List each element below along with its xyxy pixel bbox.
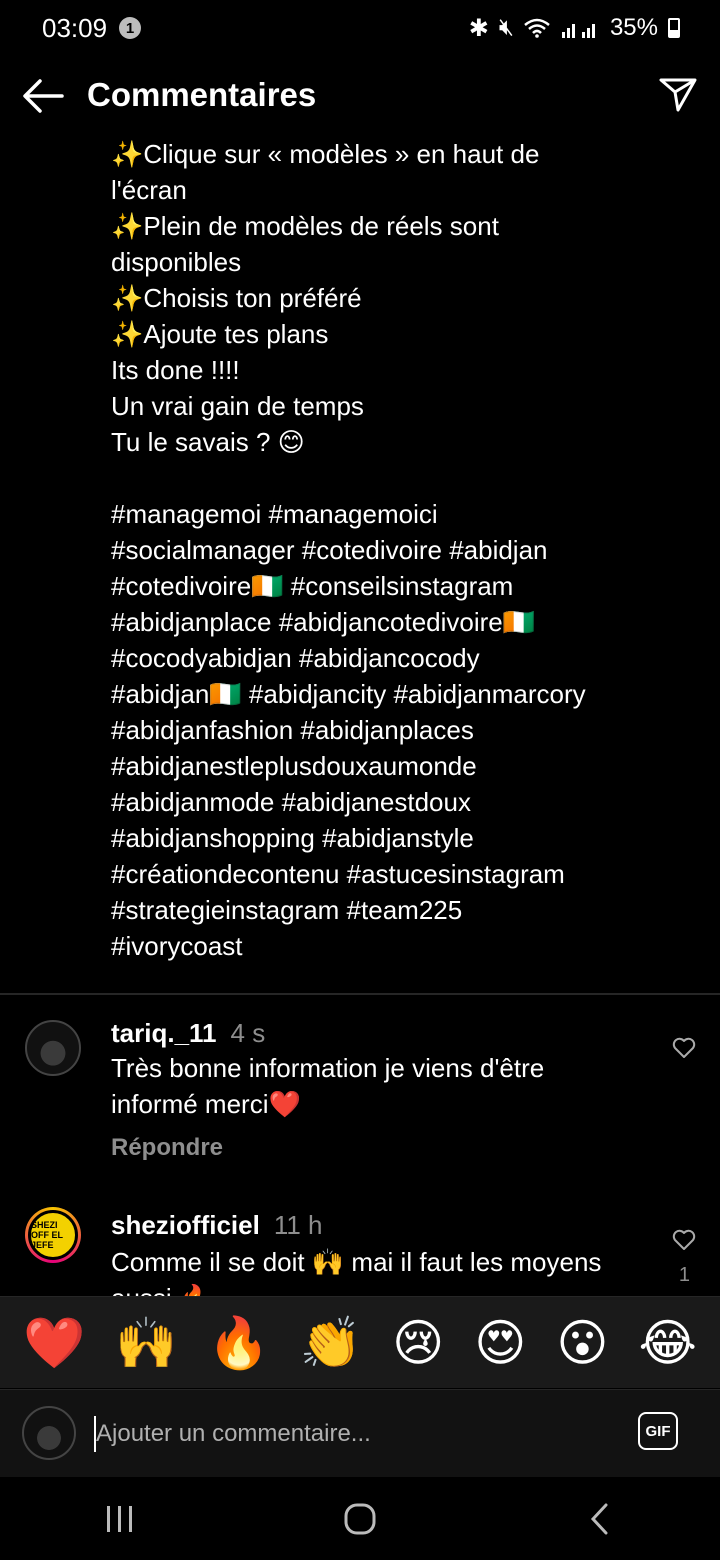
caption-line: Its done !!!!	[111, 355, 240, 385]
heart-icon[interactable]	[672, 1036, 696, 1060]
caption-line: #abidjanplace #abidjancotedivoire🇨🇮	[111, 607, 536, 637]
caption-line: disponibles	[111, 247, 242, 277]
quick-emoji-bar: ❤️ 🙌 🔥 👏 😢 😍 😮 😂	[0, 1296, 720, 1388]
status-bar: 03:09 1 ✱ 🔇︎ 35%	[0, 0, 720, 56]
comment-header: tariq._11 4 s	[111, 1018, 265, 1049]
heart-icon[interactable]	[672, 1228, 696, 1252]
comment-username[interactable]: sheziofficiel	[111, 1210, 260, 1240]
caption-line: ✨Plein de modèles de réels sont	[111, 211, 499, 241]
caption-line: #abidjanshopping #abidjanstyle	[111, 823, 474, 853]
caption-line: Tu le savais ? 😊	[111, 427, 305, 457]
like-count: 1	[678, 1264, 690, 1286]
divider	[0, 993, 720, 995]
bluetooth-icon: ✱	[468, 14, 489, 42]
emoji-heart[interactable]: ❤️	[23, 1318, 85, 1368]
notification-count-badge: 1	[119, 17, 142, 39]
caption-line: l'écran	[111, 175, 187, 205]
reply-button[interactable]: Répondre	[111, 1134, 223, 1162]
caption-line: ✨Choisis ton préféré	[111, 283, 362, 313]
emoji-clapping[interactable]: 👏	[300, 1318, 362, 1368]
emoji-fire[interactable]: 🔥	[208, 1318, 270, 1368]
caption-line: #cocodyabidjan #abidjancocody	[111, 643, 480, 673]
avatar[interactable]: SHEZI OFF EL JEFE	[25, 1207, 81, 1263]
back-button[interactable]	[570, 1489, 630, 1549]
comment-text-line: informé merci❤️	[111, 1089, 301, 1119]
status-right: ✱ 🔇︎ 35%	[469, 14, 680, 43]
send-icon[interactable]	[658, 74, 698, 114]
battery-icon	[668, 18, 680, 38]
caption-line: #strategieinstagram #team225	[111, 895, 463, 925]
comment-text-line: aussi 🔥	[111, 1280, 671, 1296]
signal-icon	[561, 24, 595, 38]
caption-line: #managemoi #managemoici	[111, 499, 438, 529]
caption-line: #abidjan🇨🇮 #abidjancity #abidjanmarcory	[111, 679, 586, 709]
top-app-bar: Commentaires	[0, 62, 720, 132]
caption-line: ✨Ajoute tes plans	[111, 319, 329, 349]
chevron-left-icon	[590, 1503, 608, 1534]
home-icon	[344, 1503, 376, 1534]
comment-text-line: Très bonne information je viens d'être	[111, 1053, 545, 1083]
gif-button[interactable]: GIF	[638, 1412, 678, 1450]
caption-line: ✨Clique sur « modèles » en haut de	[111, 139, 540, 169]
caption-line: #cotedivoire🇨🇮 #conseilsinstagram	[111, 571, 514, 601]
recent-apps-icon	[107, 1505, 132, 1532]
avatar-logo: SHEZI OFF EL JEFE	[28, 1210, 78, 1260]
comment-text: Comme il se doit 🙌 mai il faut les moyen…	[111, 1244, 671, 1296]
comment-text-line: Comme il se doit 🙌 mai il faut les moyen…	[111, 1247, 602, 1277]
caption-line: #ivorycoast	[111, 931, 243, 961]
emoji-heart-eyes[interactable]: 😍	[474, 1318, 526, 1368]
comment-input-bar: GIF	[0, 1389, 720, 1477]
wifi-icon	[524, 18, 550, 38]
emoji-raised-hands[interactable]: 🙌	[115, 1318, 177, 1368]
emoji-crying[interactable]: 😢	[392, 1318, 444, 1368]
back-arrow-icon[interactable]	[20, 76, 64, 116]
home-button[interactable]	[330, 1489, 390, 1549]
caption-line: Un vrai gain de temps	[111, 391, 364, 421]
system-nav-bar	[0, 1477, 720, 1560]
emoji-laughing[interactable]: 😂	[639, 1318, 697, 1368]
battery-percent: 35%	[609, 14, 658, 41]
page-title: Commentaires	[87, 76, 317, 113]
caption-line: #socialmanager #cotedivoire #abidjan	[111, 535, 548, 565]
caption-line: #abidjanestleplusdouxaumonde	[111, 751, 477, 781]
status-time: 03:09	[42, 12, 108, 43]
avatar	[22, 1406, 76, 1460]
comment-time: 4 s	[230, 1018, 266, 1048]
comment-header: sheziofficiel 11 h	[111, 1210, 323, 1241]
status-left: 03:09 1	[42, 12, 142, 44]
emoji-surprised[interactable]: 😮	[556, 1318, 608, 1368]
recent-apps-button[interactable]	[90, 1489, 150, 1549]
avatar[interactable]	[25, 1020, 81, 1076]
comment-input[interactable]	[94, 1416, 596, 1452]
comment-username[interactable]: tariq._11	[111, 1018, 217, 1048]
post-caption: ✨Clique sur « modèles » en haut de l'écra…	[111, 136, 691, 964]
mute-icon: 🔇︎	[498, 14, 514, 41]
caption-line: #abidjanmode #abidjanestdoux	[111, 787, 471, 817]
caption-line: #créationdecontenu #astucesinstagram	[111, 859, 565, 889]
comment-text: Très bonne information je viens d'être i…	[111, 1050, 671, 1122]
caption-line: #abidjanfashion #abidjanplaces	[111, 715, 474, 745]
comment-time: 11 h	[273, 1210, 323, 1240]
